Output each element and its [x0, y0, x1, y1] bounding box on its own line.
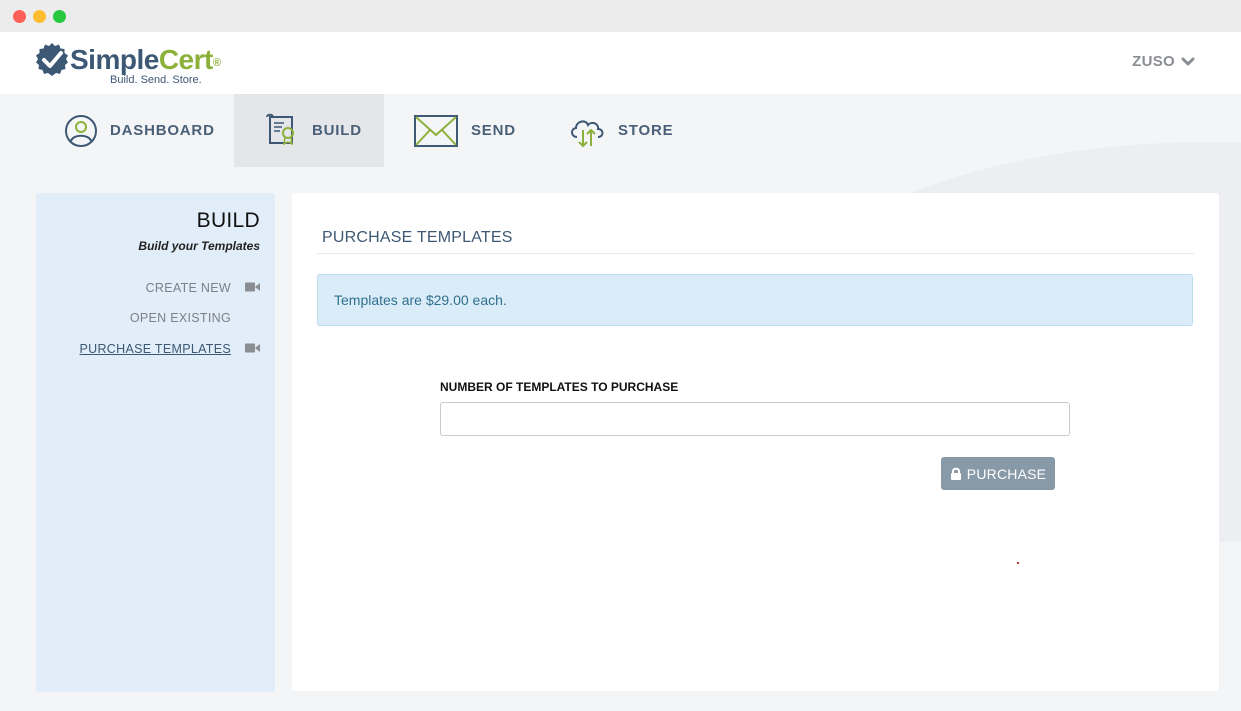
purchase-button[interactable]: PURCHASE [941, 457, 1055, 490]
nav-dashboard-label: DASHBOARD [110, 122, 215, 139]
sidebar-item-create-new[interactable]: CREATE NEW [146, 281, 231, 295]
quantity-label: NUMBER OF TEMPLATES TO PURCHASE [440, 380, 679, 394]
stray-dot [1017, 562, 1019, 564]
top-header: SimpleCert® Build. Send. Store. ZUSO [0, 32, 1241, 94]
app-root: SimpleCert® Build. Send. Store. ZUSO DAS… [0, 32, 1241, 711]
minimize-window-button[interactable] [33, 10, 46, 23]
user-name: ZUSO [1132, 53, 1175, 70]
price-info-alert: Templates are $29.00 each. [317, 274, 1193, 326]
envelope-icon [414, 114, 458, 147]
lock-icon [950, 467, 961, 480]
sidebar-title: BUILD [196, 209, 260, 232]
nav-dashboard[interactable]: DASHBOARD [64, 94, 215, 167]
zoom-window-button[interactable] [53, 10, 66, 23]
main-nav: DASHBOARD BUILD SEND STORE [0, 94, 1241, 167]
close-window-button[interactable] [13, 10, 26, 23]
simplecert-logo[interactable]: SimpleCert® Build. Send. Store. [34, 40, 244, 88]
user-menu[interactable]: ZUSO [1132, 53, 1195, 70]
logo-tagline: Build. Send. Store. [110, 74, 202, 86]
checkmark-seal-icon [36, 43, 68, 76]
price-info-text: Templates are $29.00 each. [334, 292, 507, 308]
nav-build[interactable]: BUILD [234, 94, 384, 167]
chevron-down-icon [1181, 57, 1195, 65]
quantity-input[interactable] [440, 402, 1070, 436]
cloud-transfer-icon [571, 119, 604, 147]
page-title: PURCHASE TEMPLATES [322, 229, 513, 246]
nav-store[interactable]: STORE [568, 94, 673, 167]
purchase-panel: PURCHASE TEMPLATES Templates are $29.00 … [292, 193, 1219, 691]
nav-send-label: SEND [471, 122, 516, 139]
logo-wordmark: SimpleCert® [70, 44, 221, 76]
user-circle-icon [65, 114, 97, 147]
window-titlebar [0, 0, 1241, 32]
certificate-icon [266, 113, 294, 145]
browser-window: SimpleCert® Build. Send. Store. ZUSO DAS… [0, 0, 1241, 711]
logo-word-simple: Simple [70, 44, 159, 75]
sidebar-subtitle: Build your Templates [138, 239, 260, 253]
build-sidebar: BUILD Build your Templates CREATE NEW OP… [36, 193, 275, 692]
nav-build-label: BUILD [312, 122, 362, 139]
purchase-button-label: PURCHASE [966, 465, 1047, 482]
sidebar-item-purchase-templates[interactable]: PURCHASE TEMPLATES [80, 342, 232, 356]
video-camera-icon[interactable] [245, 343, 260, 353]
nav-send[interactable]: SEND [413, 94, 516, 167]
title-divider [317, 253, 1194, 254]
sidebar-item-open-existing[interactable]: OPEN EXISTING [130, 311, 231, 325]
nav-store-label: STORE [618, 122, 674, 139]
video-camera-icon[interactable] [245, 282, 260, 292]
logo-word-cert: Cert [158, 44, 214, 75]
registered-mark: ® [212, 57, 221, 69]
